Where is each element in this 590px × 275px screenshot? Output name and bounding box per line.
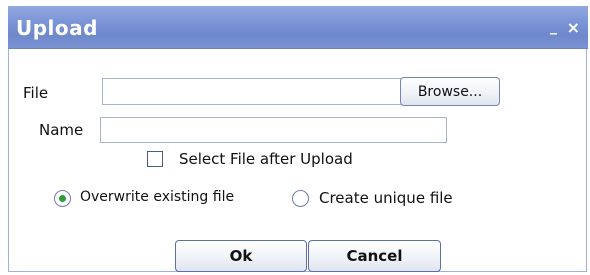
- select-after-upload-label[interactable]: Select File after Upload: [179, 150, 353, 168]
- select-after-upload-checkbox[interactable]: [147, 151, 163, 167]
- ok-button[interactable]: Ok: [175, 240, 307, 272]
- name-input[interactable]: [100, 117, 447, 143]
- window-controls: _ ×: [546, 18, 580, 37]
- upload-dialog: Upload _ × File Browse... Name Select Fi…: [8, 6, 588, 272]
- create-unique-radio-label[interactable]: Create unique file: [319, 189, 453, 207]
- file-input[interactable]: [102, 78, 402, 105]
- close-icon[interactable]: ×: [567, 18, 580, 37]
- create-unique-radio[interactable]: [292, 190, 309, 207]
- minimize-icon[interactable]: _: [550, 19, 557, 35]
- overwrite-radio-label[interactable]: Overwrite existing file: [80, 189, 234, 205]
- title-bar[interactable]: Upload _ ×: [8, 6, 588, 49]
- overwrite-radio[interactable]: [54, 190, 71, 207]
- browse-button[interactable]: Browse...: [400, 77, 500, 106]
- file-label: File: [23, 84, 49, 102]
- cancel-button[interactable]: Cancel: [308, 240, 441, 272]
- name-label: Name: [39, 121, 84, 139]
- dialog-title: Upload: [16, 16, 98, 40]
